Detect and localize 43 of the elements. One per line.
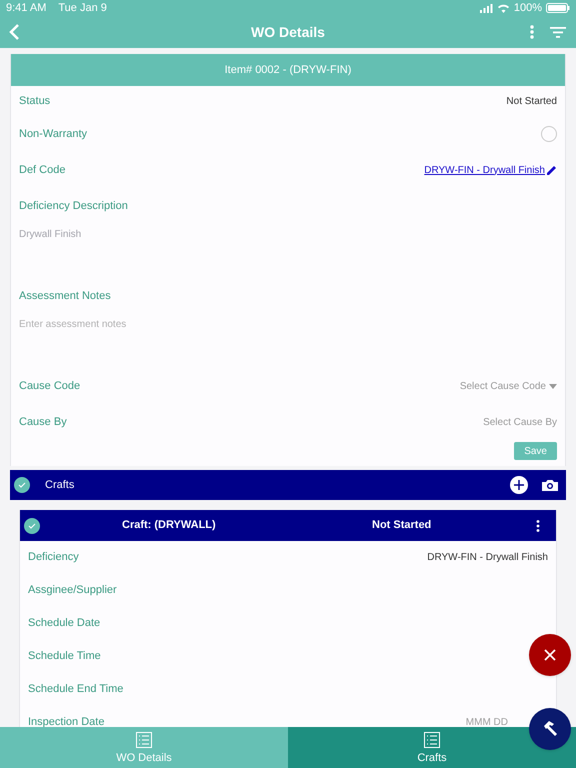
field-label: Assginee/Supplier bbox=[28, 583, 117, 598]
radio-button[interactable] bbox=[541, 126, 557, 142]
def-code-link[interactable]: DRYW-FIN - Drywall Finish bbox=[424, 162, 557, 178]
section-title: Crafts bbox=[45, 478, 76, 493]
card-header: Item# 0002 - (DRYW-FIN) bbox=[11, 54, 565, 86]
wifi-icon bbox=[496, 3, 510, 13]
hammer-icon bbox=[541, 720, 559, 738]
craft-status: Not Started bbox=[372, 518, 432, 534]
status-time: 9:41 AM bbox=[6, 0, 46, 16]
add-icon[interactable] bbox=[510, 476, 528, 494]
signal-icon bbox=[480, 4, 493, 12]
select-field[interactable]: Select Cause Code bbox=[460, 378, 557, 394]
screen-title: WO Details bbox=[251, 22, 325, 42]
field-label: Assessment Notes bbox=[19, 289, 112, 304]
field-label: Status bbox=[19, 94, 50, 109]
field-label: Def Code bbox=[19, 162, 66, 178]
list-icon bbox=[424, 732, 440, 748]
battery-percent: 100% bbox=[514, 0, 542, 16]
select-field[interactable]: Select Cause By bbox=[483, 414, 557, 430]
field-label: Deficiency Description bbox=[19, 199, 129, 214]
save-button[interactable]: Save bbox=[514, 442, 557, 460]
tab[interactable]: WO Details bbox=[0, 727, 288, 768]
field-value: DRYW-FIN - Drywall Finish bbox=[427, 551, 548, 565]
field-label: Deficiency bbox=[28, 550, 79, 566]
close-icon bbox=[544, 649, 556, 661]
craft-title: Craft: (DRYWALL) bbox=[122, 518, 217, 534]
field-label: Cause By bbox=[19, 414, 67, 430]
tab[interactable]: Crafts bbox=[288, 727, 576, 768]
field-label: Schedule Time bbox=[28, 649, 101, 664]
battery-icon bbox=[546, 3, 570, 13]
field-label: Schedule Date bbox=[28, 616, 100, 632]
field-label: Non-Warranty bbox=[19, 126, 88, 142]
more-icon[interactable] bbox=[536, 520, 540, 532]
text-area[interactable]: Enter assessment notes bbox=[19, 316, 557, 360]
field-value: Not Started bbox=[506, 94, 557, 108]
field-label: Cause Code bbox=[19, 378, 80, 394]
list-icon bbox=[136, 732, 152, 748]
camera-icon[interactable] bbox=[542, 479, 558, 491]
pencil-icon[interactable] bbox=[547, 165, 557, 175]
status-date: Tue Jan 9 bbox=[58, 0, 107, 16]
field-label: Schedule End Time bbox=[28, 682, 124, 698]
caret-icon bbox=[549, 384, 557, 388]
date-field[interactable]: MMM DD bbox=[466, 715, 508, 727]
